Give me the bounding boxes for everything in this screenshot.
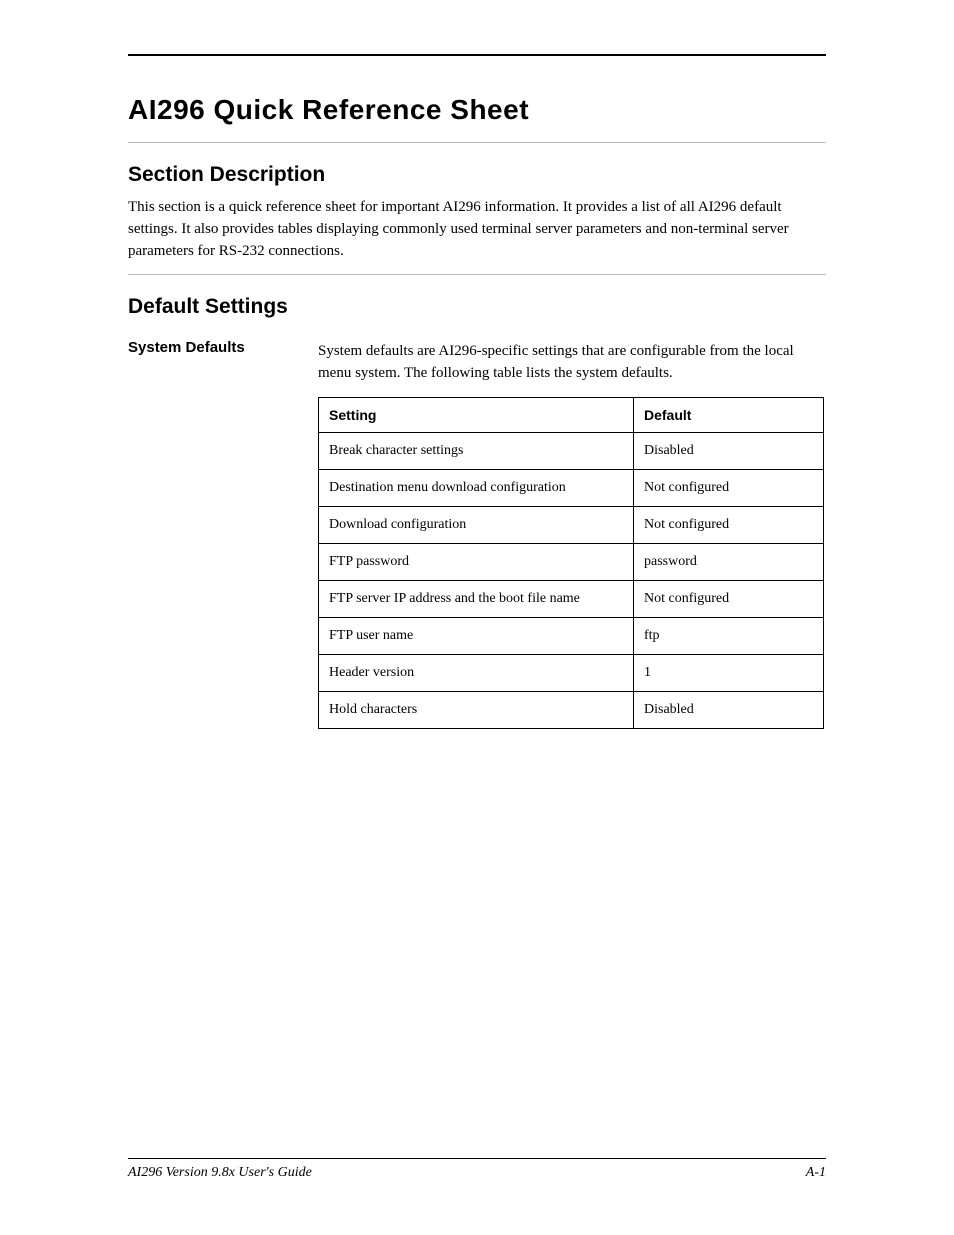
section-description-paragraph: This section is a quick reference sheet … <box>128 197 826 262</box>
table-row: Destination menu download configuration … <box>319 469 824 506</box>
table-cell: 1 <box>634 654 824 691</box>
table-cell: Break character settings <box>319 432 634 469</box>
page-footer: AI296 Version 9.8x User's Guide A-1 <box>128 1158 826 1181</box>
page-title: AI296 Quick Reference Sheet <box>128 94 826 126</box>
table-row: Header version 1 <box>319 654 824 691</box>
table-row: Download configuration Not configured <box>319 506 824 543</box>
system-defaults-table: Setting Default Break character settings… <box>318 397 824 729</box>
section-rule <box>128 274 826 275</box>
table-row: Break character settings Disabled <box>319 432 824 469</box>
table-cell: FTP user name <box>319 617 634 654</box>
table-row: FTP server IP address and the boot file … <box>319 580 824 617</box>
page: AI296 Quick Reference Sheet Section Desc… <box>0 0 954 1235</box>
system-defaults-content: System defaults are AI296-specific setti… <box>318 333 798 729</box>
table-row: FTP user name ftp <box>319 617 824 654</box>
table-cell: Download configuration <box>319 506 634 543</box>
system-defaults-intro: System defaults are AI296-specific setti… <box>318 341 798 385</box>
table-cell: Hold characters <box>319 691 634 728</box>
table-cell: Not configured <box>634 469 824 506</box>
table-cell: Not configured <box>634 506 824 543</box>
table-cell: ftp <box>634 617 824 654</box>
table-cell: FTP server IP address and the boot file … <box>319 580 634 617</box>
table-cell: Disabled <box>634 691 824 728</box>
table-cell: FTP password <box>319 543 634 580</box>
table-cell: Not configured <box>634 580 824 617</box>
header-rule <box>128 54 826 56</box>
table-cell: Disabled <box>634 432 824 469</box>
section-description-heading: Section Description <box>128 163 826 187</box>
table-header-row: Setting Default <box>319 397 824 432</box>
section-rule <box>128 142 826 143</box>
table-row: Hold characters Disabled <box>319 691 824 728</box>
system-defaults-block: System Defaults System defaults are AI29… <box>128 333 826 729</box>
table-cell: Destination menu download configuration <box>319 469 634 506</box>
table-cell: Header version <box>319 654 634 691</box>
table-row: FTP password password <box>319 543 824 580</box>
table-header-default: Default <box>634 397 824 432</box>
default-settings-heading: Default Settings <box>128 295 826 319</box>
footer-page-number: A-1 <box>806 1165 826 1181</box>
system-defaults-label: System Defaults <box>128 333 314 356</box>
table-cell: password <box>634 543 824 580</box>
footer-rule <box>128 1158 826 1159</box>
table-header-setting: Setting <box>319 397 634 432</box>
footer-doc-title: AI296 Version 9.8x User's Guide <box>128 1165 312 1181</box>
